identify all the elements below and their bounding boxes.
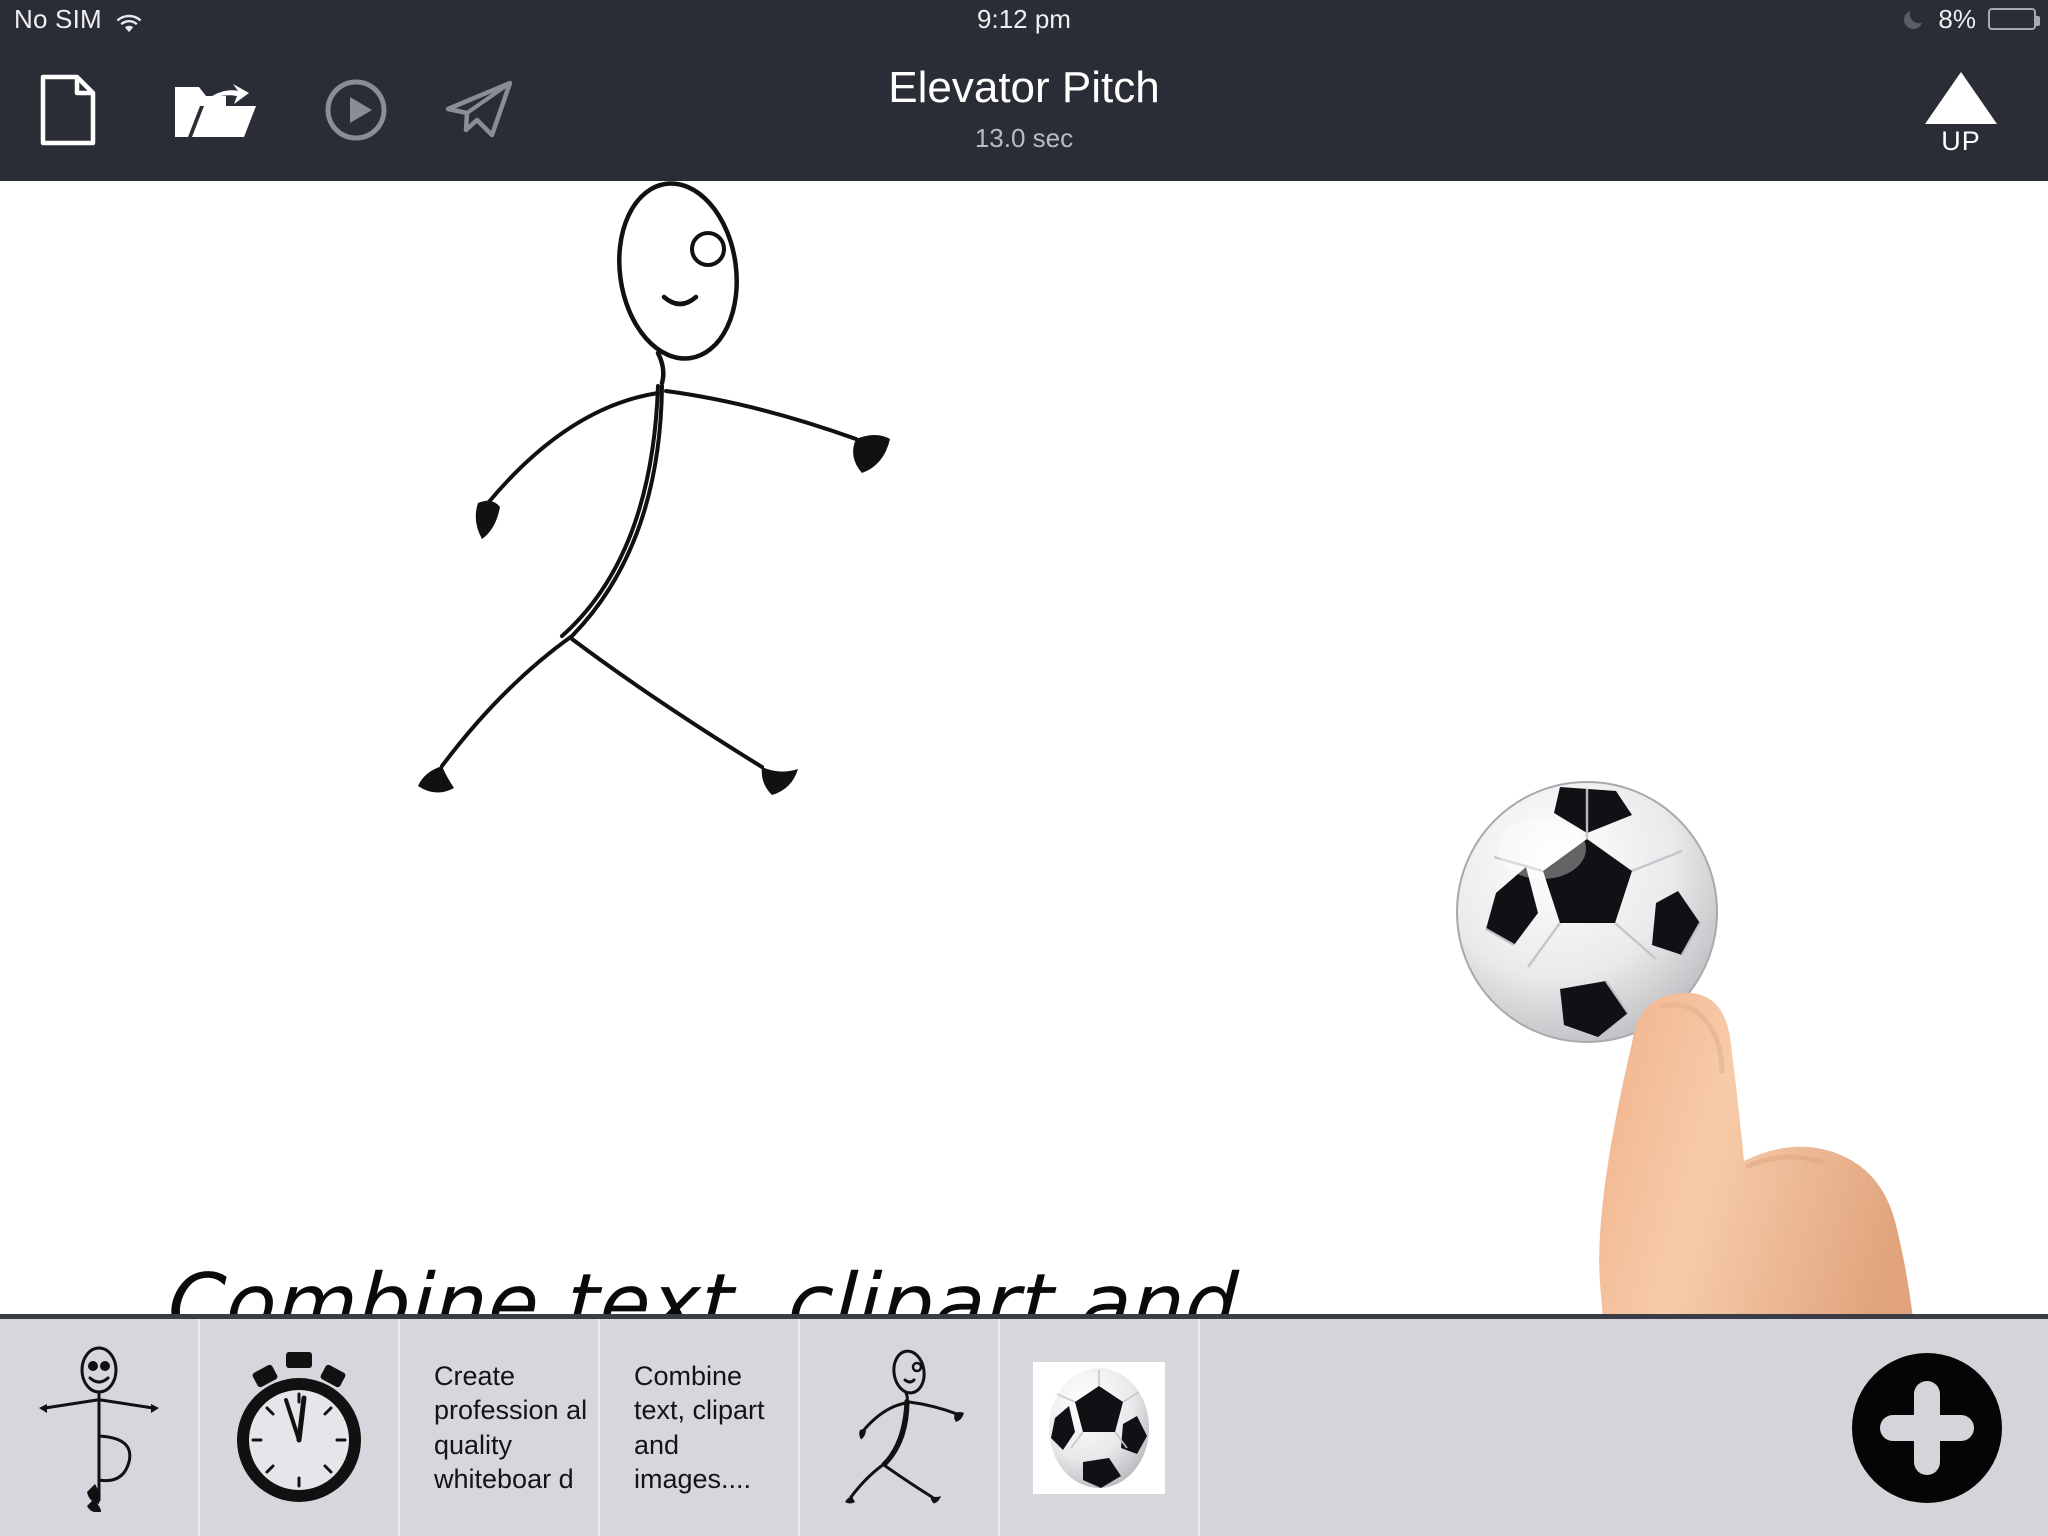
timeline-filmstrip[interactable]: Create profession al quality whiteboar d… [0, 1314, 2048, 1536]
list-item[interactable] [800, 1319, 1000, 1536]
canvas-handwritten-text[interactable]: Combine text, clipart and images.... [0, 1241, 1407, 1314]
new-document-icon[interactable] [22, 38, 114, 181]
soccer-ball-image[interactable] [1456, 781, 1718, 1043]
clock-label: 9:12 pm [977, 3, 1071, 34]
status-bar-right: 8% [1902, 3, 2040, 35]
stopwatch [237, 1351, 361, 1502]
status-bar: No SIM 9:12 pm 8% [0, 0, 2048, 38]
list-item[interactable] [200, 1319, 400, 1536]
play-icon[interactable] [306, 38, 406, 181]
soccer-ball [1049, 1367, 1149, 1488]
battery-icon [1988, 8, 2040, 30]
app-toolbar: Elevator Pitch 13.0 sec UP [0, 38, 2048, 181]
triangle-up-icon [1925, 72, 1997, 124]
list-item[interactable] [1000, 1319, 1200, 1536]
add-frame-button[interactable] [1852, 1352, 2002, 1503]
thumbnail-image-bg [1033, 1361, 1165, 1494]
running-stick-figure [845, 1349, 964, 1503]
plus-icon-vertical [1914, 1380, 1940, 1475]
page-title: Elevator Pitch [888, 62, 1160, 112]
list-item-label: Combine text, clipart and images.... [634, 1361, 765, 1494]
up-button[interactable]: UP [1886, 38, 2036, 181]
app-root: No SIM 9:12 pm 8% Elevator Pitch 13.0 se… [0, 0, 2048, 1536]
moon-icon [1902, 7, 1926, 31]
list-item[interactable]: Create profession al quality whiteboar d [400, 1319, 600, 1536]
send-paper-plane-icon[interactable] [430, 38, 530, 181]
list-item[interactable] [0, 1319, 200, 1536]
whiteboard-canvas[interactable]: Combine text, clipart and images.... [0, 181, 2048, 1314]
running-stick-figure-drawing[interactable] [280, 181, 960, 821]
duration-label: 13.0 sec [974, 123, 1074, 154]
dancing-stick-figure [39, 1346, 159, 1512]
list-item[interactable]: Combine text, clipart and images.... [600, 1319, 800, 1536]
up-button-label: UP [1941, 126, 1981, 156]
battery-percent-label: 8% [1938, 3, 1976, 34]
open-folder-icon[interactable] [168, 38, 260, 181]
list-item-label: Create profession al quality whiteboar d [434, 1361, 588, 1494]
